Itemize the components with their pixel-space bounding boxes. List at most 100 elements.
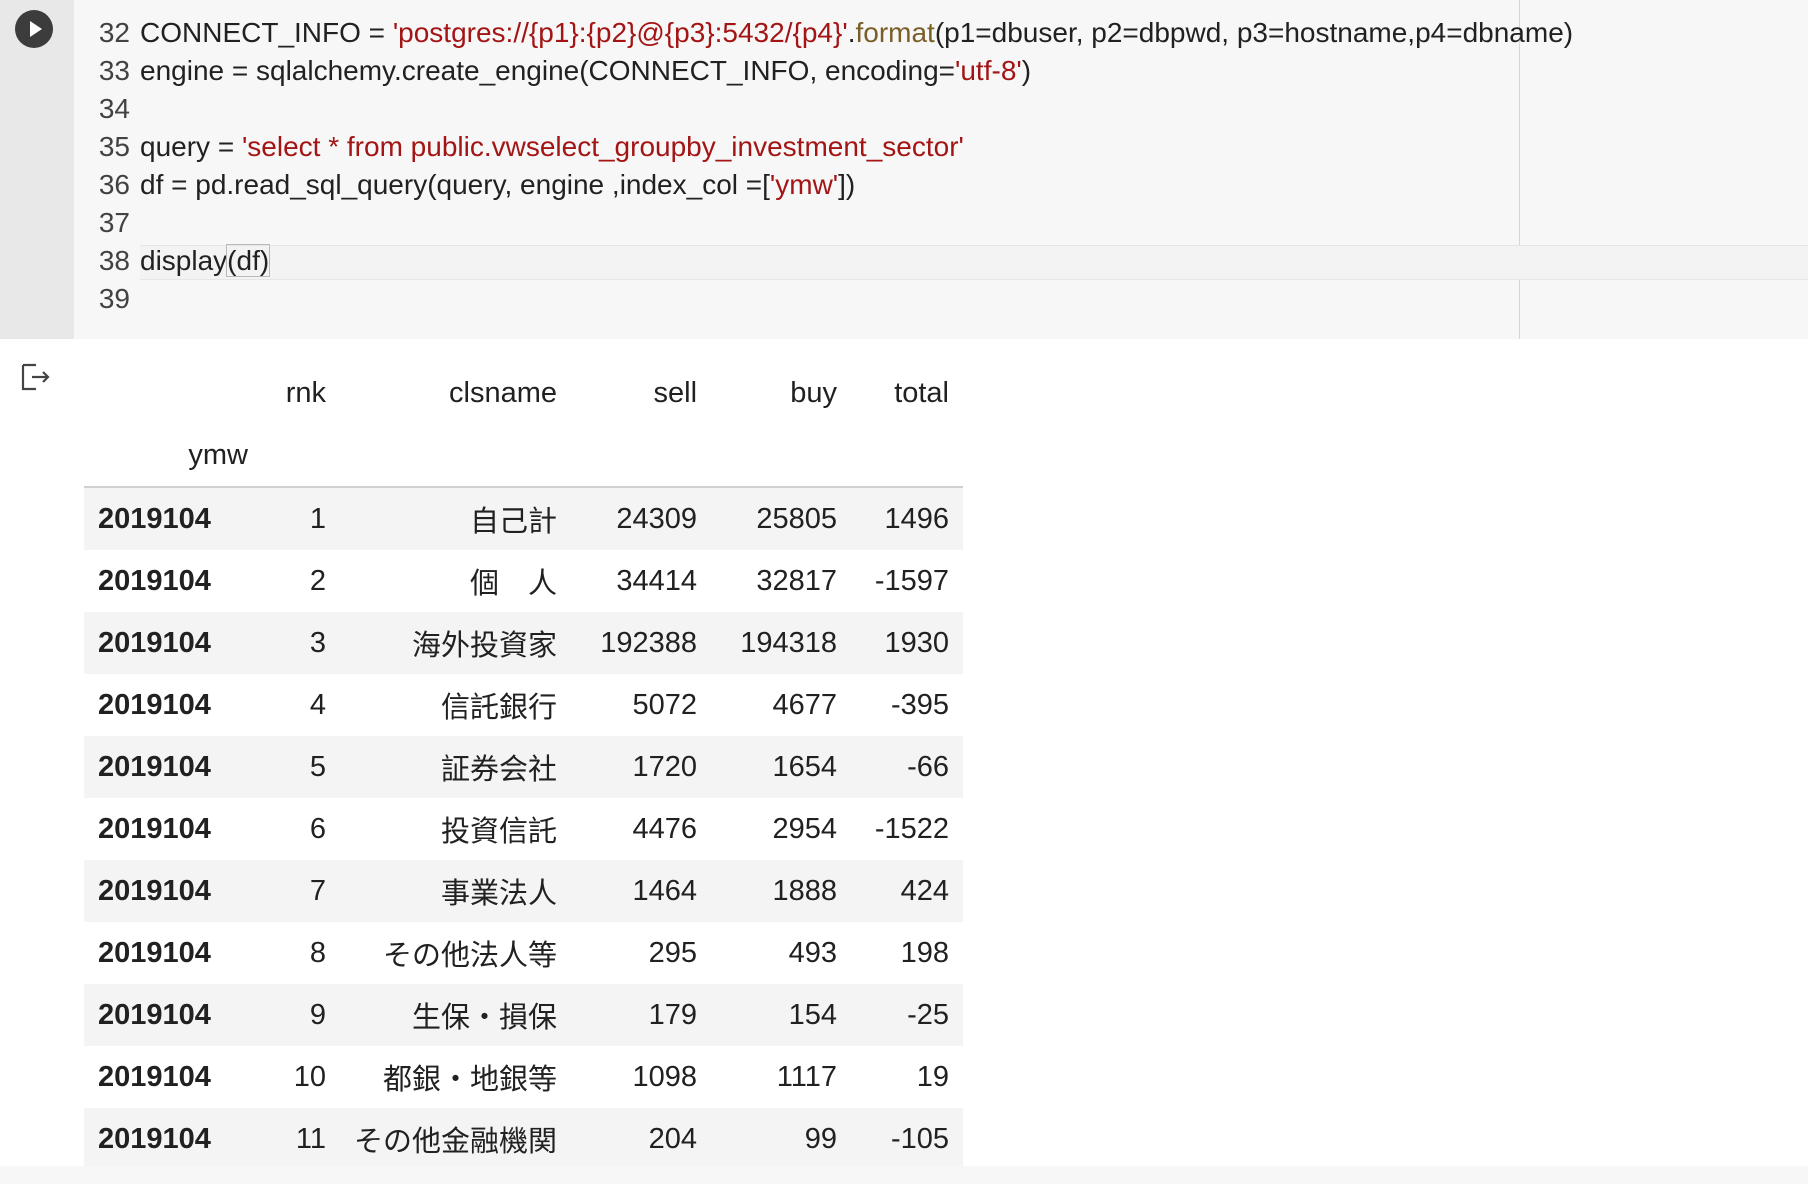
table-cell: 5: [309, 750, 326, 783]
code-token: ): [1021, 55, 1032, 86]
code-line[interactable]: 33 engine = sqlalchemy.create_engine(CONN…: [74, 52, 1031, 90]
code-string: 'postgres://{p1}:{p2}@{p3}:5432/{p4}': [392, 17, 848, 48]
table-cell: -66: [907, 750, 950, 783]
table-cell: 424: [900, 874, 950, 907]
table-cell: 4476: [632, 812, 698, 845]
table-cell: 192388: [600, 626, 698, 659]
table-row: 2019104 9 生保・損保 179 154 -25: [84, 984, 964, 1046]
table-cell: 32817: [756, 564, 838, 597]
table-cell: 11: [295, 1122, 326, 1155]
row-index: 2019104: [98, 936, 211, 969]
code-line[interactable]: 32 CONNECT_INFO = 'postgres://{p1}:{p2}@{…: [74, 14, 1573, 52]
table-cell: -105: [890, 1122, 950, 1155]
code-token: df = pd.read_sql_query(query, engine ,in…: [140, 169, 770, 200]
table-cell: 3: [309, 626, 326, 659]
line-number: 35: [98, 131, 130, 162]
table-cell: 4677: [772, 688, 838, 721]
table-cell: 1654: [772, 750, 838, 783]
cell-gutter: [0, 0, 74, 339]
table-cell: 1720: [632, 750, 698, 783]
table-cell: 4: [309, 688, 326, 721]
table-cell: 1098: [632, 1060, 698, 1093]
code-line[interactable]: 38 display(df): [74, 242, 271, 280]
table-cell: 19: [916, 1060, 950, 1093]
table-cell: 投資信託: [441, 816, 558, 848]
table-cell: 99: [804, 1122, 838, 1155]
table-row: 2019104 5 証券会社 1720 1654 -66: [84, 736, 964, 798]
line-number: 37: [98, 207, 130, 238]
line-number: 32: [98, 17, 130, 48]
table-row: 2019104 8 その他法人等 295 493 198: [84, 922, 963, 984]
row-index: 2019104: [98, 812, 211, 845]
table-cell: 8: [309, 936, 326, 969]
footer-band: [0, 1166, 1808, 1184]
table-cell: 2: [309, 564, 326, 597]
output-icon[interactable]: [20, 362, 54, 394]
table-cell: 493: [788, 936, 838, 969]
row-index: 2019104: [98, 626, 211, 659]
table-cell: 1930: [884, 626, 950, 659]
code-token: CONNECT_INFO =: [140, 17, 393, 48]
line-number: 36: [98, 169, 130, 200]
code-line[interactable]: 37: [74, 204, 140, 242]
code-token: (p1=dbuser, p2=dbpwd, p3=hostname,p4=dbn…: [934, 17, 1574, 48]
run-cell-button[interactable]: [15, 10, 53, 48]
code-token: engine = sqlalchemy.create_engine(CONNEC…: [140, 55, 956, 86]
code-token: query =: [140, 131, 242, 162]
code-token: ]): [838, 169, 856, 200]
header-clsname: clsname: [449, 376, 558, 409]
row-index: 2019104: [98, 750, 211, 783]
table-cell: -1522: [874, 812, 950, 845]
table-cell: その他金融機関: [354, 1126, 558, 1158]
table-body: 2019104 1 自己計 24309 25805 1496 2019104 2 個 人 3441…: [84, 487, 964, 1170]
table-row: 2019104 1 自己計 24309 25805 1496: [84, 487, 964, 550]
code-editor[interactable]: 32 CONNECT_INFO = 'postgres://{p1}:{p2}@{…: [74, 0, 1808, 339]
table-cell: 7: [309, 874, 326, 907]
table-cell: 1117: [776, 1060, 838, 1093]
index-header-row: ymw: [84, 424, 964, 488]
header-rnk: rnk: [285, 376, 326, 409]
table-row: 2019104 6 投資信託 4476 2954 -1522: [84, 798, 963, 860]
table-cell: 24309: [616, 502, 698, 535]
table-cell: -25: [907, 998, 950, 1031]
row-index: 2019104: [98, 1122, 211, 1155]
table-cell: 154: [788, 998, 838, 1031]
header-buy: buy: [790, 376, 838, 409]
table-cell: 179: [648, 998, 698, 1031]
table-row: 2019104 11 その他金融機関 204 99 -105: [84, 1108, 964, 1170]
table-cell: 証券会社: [441, 754, 558, 786]
table-cell: 自己計: [470, 506, 558, 538]
table-cell: 個 人: [470, 568, 558, 600]
table-cell: 194318: [740, 626, 838, 659]
header-total: total: [894, 376, 950, 409]
code-string: 'ymw': [769, 169, 839, 200]
table-cell: 5072: [632, 688, 698, 721]
row-index: 2019104: [98, 502, 211, 535]
table-row: 2019104 2 個 人 34414 32817 -1597: [84, 550, 963, 612]
table-cell: 生保・損保: [412, 1002, 558, 1034]
code-string: 'select * from public.vwselect_groupby_i…: [241, 131, 964, 162]
table-cell: 1496: [884, 502, 950, 535]
line-number: 38: [98, 245, 130, 276]
code-line[interactable]: 34: [74, 90, 140, 128]
table-row: 2019104 7 事業法人 1464 1888 424: [84, 860, 964, 922]
table-cell: 1464: [632, 874, 698, 907]
header-sell: sell: [653, 376, 698, 409]
table-cell: 198: [900, 936, 950, 969]
code-line[interactable]: 36 df = pd.read_sql_query(query, engine ,…: [74, 166, 855, 204]
table-cell: その他法人等: [383, 940, 558, 972]
line-number: 34: [98, 93, 130, 124]
code-string: 'utf-8': [955, 55, 1022, 86]
table-cell: 10: [293, 1060, 326, 1093]
code-token: (df): [226, 244, 271, 277]
code-line[interactable]: 39: [74, 280, 140, 318]
row-index: 2019104: [98, 688, 211, 721]
table-cell: 204: [648, 1122, 698, 1155]
table-cell: 都銀・地銀等: [383, 1064, 558, 1096]
table-cell: 25805: [756, 502, 838, 535]
code-line[interactable]: 35 query = 'select * from public.vwselect…: [74, 128, 964, 166]
table-row: 2019104 10 都銀・地銀等 1098 1117 19: [84, 1046, 963, 1108]
row-index: 2019104: [98, 874, 211, 907]
row-index: 2019104: [98, 1060, 211, 1093]
table-cell: -395: [890, 688, 950, 721]
